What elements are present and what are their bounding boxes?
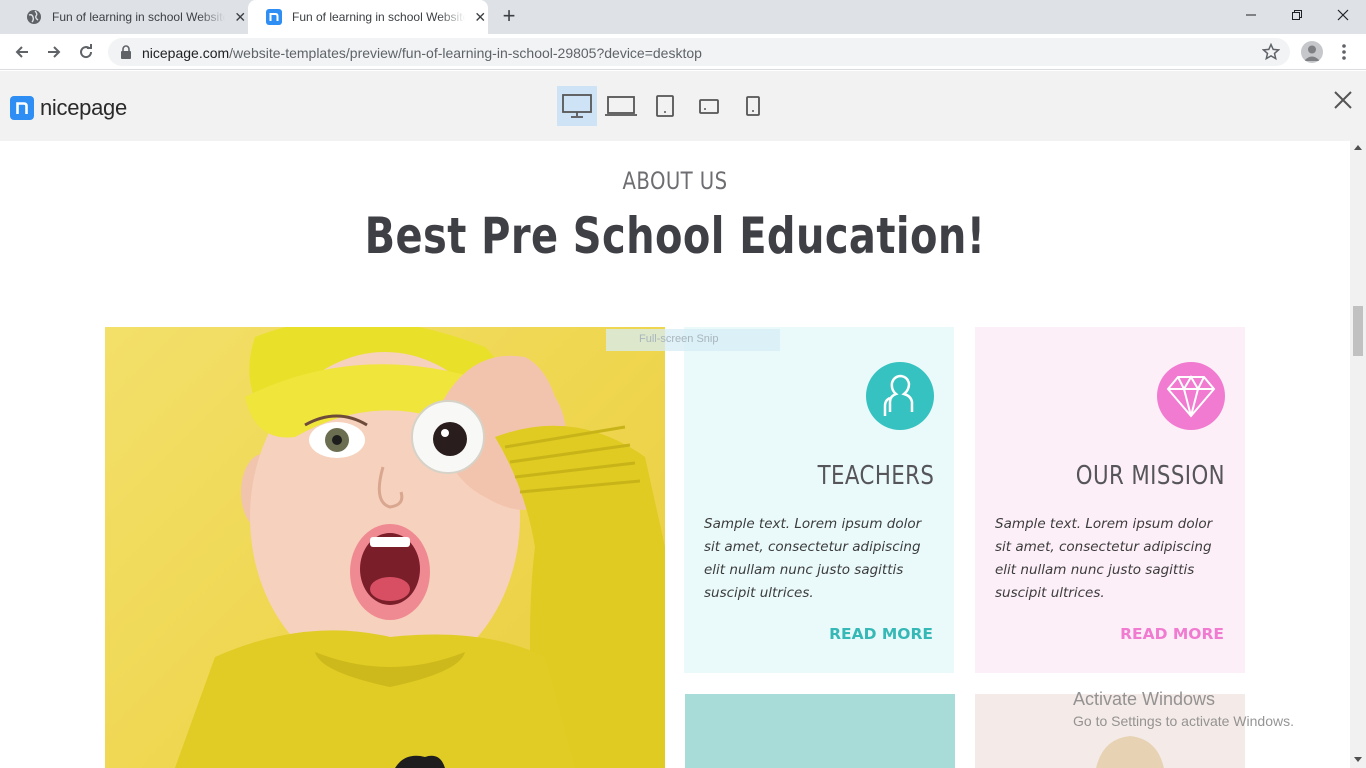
nicepage-logo[interactable]: nicepage	[10, 95, 127, 121]
phone-icon	[746, 96, 760, 116]
card-title: OUR MISSION	[1075, 461, 1225, 491]
globe-icon	[26, 9, 42, 25]
tablet-icon	[656, 95, 674, 117]
hero-photo	[105, 327, 665, 768]
tab-title: Fun of learning in school Website Templa…	[292, 10, 465, 24]
tab-title: Fun of learning in school Website Templa…	[52, 10, 225, 24]
page-viewport: ABOUT US Best Pre School Education! TEAC…	[0, 141, 1350, 768]
users-icon	[866, 362, 934, 430]
teachers-card: TEACHERS Sample text. Lorem ipsum dolor …	[684, 327, 954, 673]
page-scrollbar[interactable]	[1350, 141, 1366, 768]
arrow-right-icon	[48, 46, 61, 58]
url-path: /website-templates/preview/fun-of-learni…	[229, 45, 702, 61]
new-tab-button[interactable]: +	[498, 5, 520, 28]
lock-icon	[120, 45, 132, 64]
page-title: Best Pre School Education!	[364, 207, 986, 265]
forward-button[interactable]	[42, 40, 66, 64]
back-button[interactable]	[10, 40, 34, 64]
snip-tooltip: Full-screen Snip	[606, 329, 780, 351]
our-mission-card: OUR MISSION Sample text. Lorem ipsum dol…	[975, 327, 1245, 673]
browser-tab-2[interactable]: Fun of learning in school Website Templa…	[248, 0, 488, 34]
card-text: Sample text. Lorem ipsum dolor sit amet,…	[704, 516, 922, 601]
desktop-device-button[interactable]	[557, 86, 597, 126]
scrollbar-thumb[interactable]	[1353, 306, 1363, 356]
nicepage-favicon-icon	[266, 9, 282, 25]
arrow-left-icon	[15, 46, 28, 58]
scroll-up-arrow-icon[interactable]	[1354, 145, 1362, 150]
activate-title: Activate Windows	[1073, 689, 1216, 709]
activate-windows-watermark: Activate Windows Go to Settings to activ…	[1073, 689, 1294, 729]
logo-text: nicepage	[40, 95, 127, 120]
read-more-link[interactable]: READ MORE	[1120, 625, 1224, 643]
laptop-icon	[605, 96, 637, 116]
menu-kebab-icon[interactable]	[1336, 42, 1352, 62]
teal-image-block	[685, 694, 955, 768]
url-host: nicepage.com	[142, 45, 230, 61]
restore-icon	[1292, 10, 1302, 20]
activate-subtitle: Go to Settings to activate Windows.	[1073, 713, 1294, 729]
read-more-link[interactable]: READ MORE	[829, 625, 933, 643]
card-text: Sample text. Lorem ipsum dolor sit amet,…	[995, 516, 1213, 601]
diamond-icon	[1157, 362, 1225, 430]
restore-button[interactable]	[1274, 0, 1320, 30]
url-text: nicepage.com/website-templates/preview/f…	[142, 45, 702, 61]
profile-avatar-icon[interactable]	[1301, 41, 1323, 63]
tablet-device-button[interactable]	[645, 86, 685, 126]
tab-strip: Fun of learning in school Website Templa…	[0, 0, 1366, 34]
section-eyebrow: ABOUT US	[622, 167, 728, 195]
close-window-button[interactable]	[1320, 0, 1366, 30]
phone-device-button[interactable]	[733, 86, 773, 126]
close-icon	[1337, 9, 1349, 21]
scroll-down-arrow-icon[interactable]	[1354, 757, 1362, 762]
close-preview-button[interactable]	[1332, 89, 1354, 111]
minimize-button[interactable]	[1228, 0, 1274, 30]
browser-toolbar: nicepage.com/website-templates/preview/f…	[0, 34, 1366, 70]
close-icon	[1334, 91, 1352, 109]
tablet-landscape-icon	[699, 99, 719, 114]
browser-tab-1[interactable]: Fun of learning in school Website Templa…	[8, 0, 248, 34]
preview-header: nicepage	[0, 71, 1366, 141]
nicepage-logo-icon	[10, 96, 34, 120]
close-tab-icon[interactable]: ✕	[473, 9, 489, 25]
bookmark-star-icon[interactable]	[1261, 42, 1281, 66]
minimize-icon	[1246, 14, 1256, 16]
address-bar[interactable]: nicepage.com/website-templates/preview/f…	[108, 38, 1290, 66]
desktop-icon	[562, 94, 592, 118]
tablet-landscape-device-button[interactable]	[689, 86, 729, 126]
card-title: TEACHERS	[817, 461, 934, 491]
close-tab-icon[interactable]: ✕	[233, 9, 249, 25]
laptop-device-button[interactable]	[601, 86, 641, 126]
reload-button[interactable]	[74, 40, 98, 64]
reload-icon	[80, 44, 93, 59]
